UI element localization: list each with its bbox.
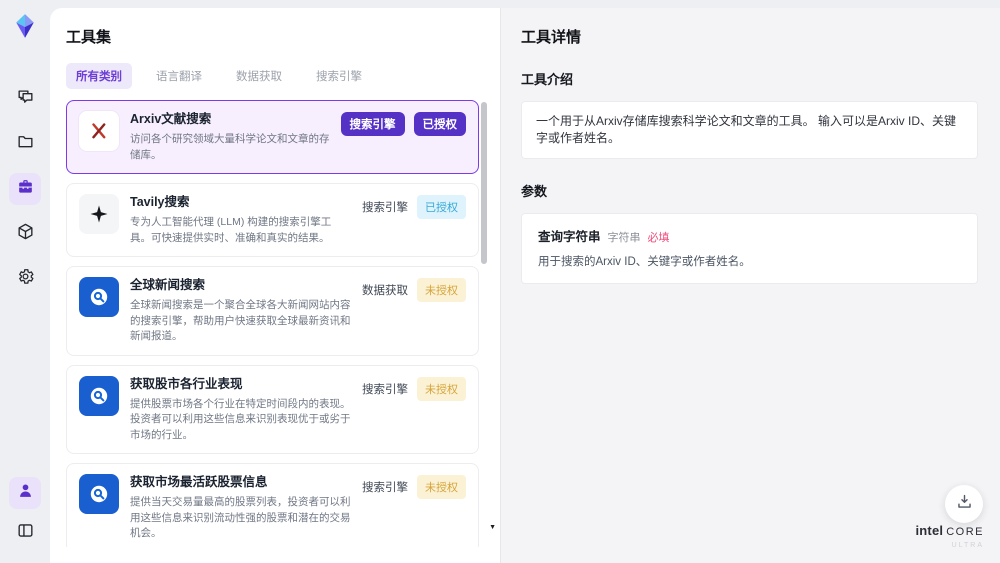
scrollbar-track[interactable] bbox=[481, 88, 487, 548]
intro-text: 一个用于从Arxiv存储库搜索科学论文和文章的工具。 输入可以是Arxiv ID… bbox=[521, 101, 978, 159]
panel-layout-icon bbox=[16, 521, 35, 545]
sidebar-item-cube-icon[interactable] bbox=[9, 218, 41, 250]
tool-card[interactable]: Arxiv文献搜索 访问各个研究领域大量科学论文和文章的存储库。 搜索引擎 已授… bbox=[66, 100, 479, 174]
intel-core-logo: intel CORE ULTRA bbox=[915, 523, 984, 552]
news-search-icon bbox=[79, 277, 119, 317]
tool-list: Arxiv文献搜索 访问各个研究领域大量科学论文和文章的存储库。 搜索引擎 已授… bbox=[66, 100, 479, 547]
tool-description: 专为人工智能代理 (LLM) 构建的搜索引擎工具。可快速提供实时、准确和真实的结… bbox=[130, 216, 332, 244]
news-search-icon bbox=[79, 375, 119, 416]
tool-tags: 搜索引擎 未授权 bbox=[362, 376, 466, 401]
scrollbar-thumb[interactable] bbox=[481, 102, 487, 264]
folder-icon bbox=[16, 132, 35, 156]
tool-description: 提供当天交易量最高的股票列表，投资者可以利用这些信息来识别流动性强的股票和潜在的… bbox=[130, 496, 351, 539]
brand-ultra: ULTRA bbox=[951, 542, 984, 549]
tavily-sparkle-icon bbox=[79, 194, 119, 234]
tool-card[interactable]: 获取市场最活跃股票信息 提供当天交易量最高的股票列表，投资者可以利用这些信息来识… bbox=[66, 463, 479, 547]
arxiv-logo-icon bbox=[79, 111, 119, 151]
brand-core: CORE bbox=[946, 526, 984, 538]
param-required-flag: 必填 bbox=[647, 232, 670, 244]
sidebar-item-toolbox-icon[interactable] bbox=[9, 173, 41, 205]
user-icon bbox=[16, 481, 35, 505]
download-icon bbox=[955, 492, 974, 516]
settings-icon bbox=[16, 267, 35, 291]
tool-info: 全球新闻搜索 全球新闻搜索是一个聚合全球各大新闻网站内容的搜索引擎，帮助用户快速… bbox=[130, 277, 352, 345]
tool-tags: 搜索引擎 未授权 bbox=[362, 474, 466, 499]
tool-category-tag: 数据获取 bbox=[362, 285, 408, 297]
tool-category-tag: 搜索引擎 bbox=[362, 482, 408, 494]
tool-category-tag: 搜索引擎 bbox=[340, 112, 405, 136]
cube-icon bbox=[16, 222, 35, 246]
param-name: 查询字符串 bbox=[538, 230, 601, 244]
params-heading: 参数 bbox=[521, 184, 548, 199]
tool-category-tag: 搜索引擎 bbox=[362, 202, 408, 214]
tool-name: Tavily搜索 bbox=[130, 195, 190, 209]
tool-info: Tavily搜索 专为人工智能代理 (LLM) 构建的搜索引擎工具。可快速提供实… bbox=[130, 194, 352, 246]
category-tabs: 所有类别 语言翻译 数据获取 搜索引擎 bbox=[66, 63, 500, 89]
detail-title: 工具详情 bbox=[521, 29, 582, 46]
tool-tags: 数据获取 未授权 bbox=[362, 277, 466, 302]
tool-auth-badge: 已授权 bbox=[417, 195, 466, 219]
page-title: 工具集 bbox=[66, 29, 112, 46]
tool-list-pane: 工具集 所有类别 语言翻译 数据获取 搜索引擎 Arxiv文献搜索 访问各个研究领域大… bbox=[50, 8, 500, 563]
tool-detail-pane: 工具详情 工具介绍 一个用于从Arxiv存储库搜索科学论文和文章的工具。 输入可… bbox=[500, 8, 1000, 563]
app-window: 工具集 所有类别 语言翻译 数据获取 搜索引擎 Arxiv文献搜索 访问各个研究领域大… bbox=[0, 0, 1000, 563]
main-sheet: 工具集 所有类别 语言翻译 数据获取 搜索引擎 Arxiv文献搜索 访问各个研究领域大… bbox=[50, 8, 1000, 563]
download-button[interactable] bbox=[945, 485, 983, 523]
tool-category-tag: 搜索引擎 bbox=[362, 383, 408, 396]
tool-name: 获取股市各行业表现 bbox=[130, 376, 243, 391]
chat-icon bbox=[16, 87, 35, 111]
sidebar-item-panel-layout-icon[interactable] bbox=[9, 517, 41, 549]
param-head: 查询字符串 字符串 必填 bbox=[538, 226, 961, 245]
tool-info: 获取市场最活跃股票信息 提供当天交易量最高的股票列表，投资者可以利用这些信息来识… bbox=[130, 474, 352, 542]
intro-heading: 工具介绍 bbox=[521, 72, 574, 87]
tool-auth-badge: 未授权 bbox=[417, 376, 466, 401]
tool-info: Arxiv文献搜索 访问各个研究领域大量科学论文和文章的存储库。 bbox=[130, 111, 331, 163]
tool-card[interactable]: 全球新闻搜索 全球新闻搜索是一个聚合全球各大新闻网站内容的搜索引擎，帮助用户快速… bbox=[66, 266, 479, 356]
sidebar-item-user-icon[interactable] bbox=[9, 477, 41, 509]
tool-auth-badge: 未授权 bbox=[417, 278, 466, 302]
sidebar-bottom bbox=[9, 477, 41, 549]
category-tab-1[interactable]: 语言翻译 bbox=[146, 63, 212, 89]
tool-tags: 搜索引擎 已授权 bbox=[362, 194, 466, 219]
sidebar-nav bbox=[9, 83, 41, 295]
category-tab-0[interactable]: 所有类别 bbox=[66, 63, 132, 89]
tool-auth-badge: 未授权 bbox=[417, 475, 466, 499]
tool-description: 提供股票市场各个行业在特定时间段内的表现。投资者可以利用这些信息来识别表现优于或… bbox=[130, 397, 351, 441]
toolbox-icon bbox=[16, 177, 35, 201]
tool-name: 全球新闻搜索 bbox=[130, 278, 206, 292]
news-search-icon bbox=[79, 474, 119, 514]
tool-card[interactable]: 获取股市各行业表现 提供股票市场各个行业在特定时间段内的表现。投资者可以利用这些… bbox=[66, 364, 479, 454]
sidebar-item-settings-icon[interactable] bbox=[9, 263, 41, 295]
tool-name: 获取市场最活跃股票信息 bbox=[130, 475, 268, 489]
tool-name: Arxiv文献搜索 bbox=[130, 112, 212, 126]
sidebar-item-chat-icon[interactable] bbox=[9, 83, 41, 115]
brand-intel: intel bbox=[915, 523, 944, 538]
category-tab-3[interactable]: 搜索引擎 bbox=[306, 63, 372, 89]
app-logo-gem-icon bbox=[10, 11, 40, 41]
tool-auth-badge: 已授权 bbox=[413, 112, 466, 136]
param-description: 用于搜索的Arxiv ID、关键字或作者姓名。 bbox=[538, 256, 751, 268]
scroll-down-caret-icon[interactable]: ▼ bbox=[489, 524, 496, 531]
category-tab-2[interactable]: 数据获取 bbox=[226, 63, 292, 89]
tool-tags: 搜索引擎 已授权 bbox=[340, 111, 466, 136]
tool-description: 全球新闻搜索是一个聚合全球各大新闻网站内容的搜索引擎，帮助用户快速获取全球最新资… bbox=[130, 299, 351, 342]
sidebar-item-folder-icon[interactable] bbox=[9, 128, 41, 160]
tool-card[interactable]: Tavily搜索 专为人工智能代理 (LLM) 构建的搜索引擎工具。可快速提供实… bbox=[66, 183, 479, 257]
sidebar bbox=[0, 0, 50, 563]
param-type: 字符串 bbox=[607, 232, 641, 244]
tool-description: 访问各个研究领域大量科学论文和文章的存储库。 bbox=[130, 133, 330, 161]
tool-info: 获取股市各行业表现 提供股票市场各个行业在特定时间段内的表现。投资者可以利用这些… bbox=[130, 376, 352, 444]
param-card: 查询字符串 字符串 必填 用于搜索的Arxiv ID、关键字或作者姓名。 bbox=[521, 213, 978, 284]
